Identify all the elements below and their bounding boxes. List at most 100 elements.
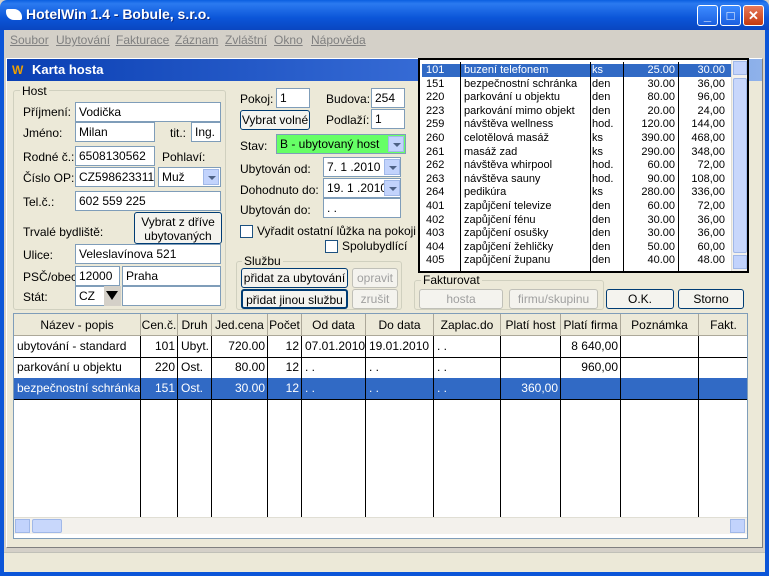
service-option[interactable]: 401 zapůjčení televize den 60.00 72,00: [422, 200, 731, 213]
table-cell-fakt[interactable]: [699, 378, 747, 399]
table-cell-do[interactable]: . .: [366, 378, 434, 399]
table-cell-code[interactable]: 101: [141, 336, 178, 357]
table-cell-druh[interactable]: Ost.: [178, 357, 212, 378]
menu-soubor[interactable]: Soubor: [10, 33, 49, 47]
table-cell-firma[interactable]: 960,00: [561, 357, 621, 378]
table-cell-name[interactable]: parkování u objektu: [14, 357, 141, 378]
service-option[interactable]: 259 návštěva wellness hod. 120.00 144,00: [422, 118, 731, 131]
column-header[interactable]: Platí host: [501, 314, 561, 336]
service-option[interactable]: 262 návštěva whirpool hod. 60.00 72,00: [422, 159, 731, 172]
maximize-button[interactable]: □: [720, 5, 741, 26]
table-scroll-thumb[interactable]: [32, 519, 62, 533]
fakturovat-firmu-button[interactable]: firmu/skupinu: [509, 289, 598, 309]
table-cell-zapl[interactable]: . .: [434, 378, 501, 399]
table-cell-cena[interactable]: 30.00: [212, 378, 268, 399]
pokoj-field[interactable]: 1: [276, 88, 310, 108]
cislo-op-field[interactable]: CZ598623311: [75, 167, 155, 187]
service-option[interactable]: 220 parkování u objektu den 80.00 96,00: [422, 91, 731, 104]
table-horizontal-scrollbar[interactable]: [14, 517, 747, 534]
ulice-field[interactable]: Veleslavínova 521: [75, 244, 221, 264]
column-header[interactable]: Počet: [268, 314, 302, 336]
opravit-button[interactable]: opravit: [352, 268, 398, 288]
menu-fakturace[interactable]: Fakturace: [116, 33, 169, 47]
service-option[interactable]: 403 zapůjčení osušky den 30.00 36,00: [422, 227, 731, 240]
scroll-left-icon[interactable]: [15, 519, 30, 533]
table-cell-cena[interactable]: 80.00: [212, 357, 268, 378]
popup-scroll-up-icon[interactable]: [733, 61, 747, 75]
table-cell-host[interactable]: 360,00: [501, 378, 561, 399]
table-cell-pozn[interactable]: [621, 378, 699, 399]
table-cell-pozn[interactable]: [621, 357, 699, 378]
service-option[interactable]: 404 zapůjčení žehličky den 50.00 60,00: [422, 241, 731, 254]
table-cell-od[interactable]: 07.01.2010: [302, 336, 366, 357]
column-header[interactable]: Od data: [302, 314, 366, 336]
stav-dropdown-icon[interactable]: [388, 136, 404, 152]
table-cell-name[interactable]: ubytování - standard: [14, 336, 141, 357]
pohlavi-dropdown-icon[interactable]: [203, 169, 219, 185]
table-cell-do[interactable]: . .: [366, 357, 434, 378]
jmeno-field[interactable]: Milan: [75, 122, 155, 142]
dohodnuto-do-dropdown-icon[interactable]: [384, 180, 400, 196]
table-cell-pocet[interactable]: 12: [268, 336, 302, 357]
pridat-za-ubytovani-button[interactable]: přidat za ubytování: [241, 268, 348, 288]
vybrat-volne-button[interactable]: Vybrat volné: [240, 110, 310, 130]
menu-okno[interactable]: Okno: [274, 33, 303, 47]
prijmeni-field[interactable]: Vodička: [75, 102, 221, 122]
table-cell-code[interactable]: 151: [141, 378, 178, 399]
service-option[interactable]: 405 zapůjčení županu den 40.00 48.00: [422, 254, 731, 267]
ok-button[interactable]: O.K.: [606, 289, 674, 309]
zrusit-button[interactable]: zrušit: [352, 289, 398, 309]
column-header[interactable]: Název - popis: [14, 314, 141, 336]
popup-scrollbar[interactable]: [731, 60, 747, 271]
budova-field[interactable]: 254: [371, 88, 405, 108]
scroll-right-icon[interactable]: [730, 519, 745, 533]
minimize-button[interactable]: _: [697, 5, 718, 26]
table-cell-pocet[interactable]: 12: [268, 378, 302, 399]
stat-detail-field[interactable]: [122, 286, 221, 306]
stav-select[interactable]: B - ubytovaný host: [276, 134, 406, 154]
table-cell-pozn[interactable]: [621, 336, 699, 357]
menu-zaznam[interactable]: Záznam: [175, 33, 218, 47]
service-option[interactable]: 260 celotělová masáž ks 390.00 468,00: [422, 132, 731, 145]
close-button[interactable]: ✕: [743, 5, 764, 26]
table-cell-pocet[interactable]: 12: [268, 357, 302, 378]
table-cell-firma[interactable]: [561, 378, 621, 399]
table-cell-od[interactable]: . .: [302, 357, 366, 378]
table-cell-od[interactable]: . .: [302, 378, 366, 399]
stat-dropdown-button[interactable]: [104, 286, 121, 306]
podlazi-field[interactable]: 1: [371, 109, 405, 129]
table-cell-code[interactable]: 220: [141, 357, 178, 378]
menu-ubytovani[interactable]: Ubytování: [56, 33, 110, 47]
ubytovan-od-dropdown-icon[interactable]: [384, 159, 400, 175]
service-option[interactable]: 101 buzení telefonem ks 25.00 30.00: [422, 64, 731, 77]
ubytovan-do-field[interactable]: . .: [323, 198, 401, 218]
storno-button[interactable]: Storno: [678, 289, 744, 309]
table-cell-fakt[interactable]: [699, 336, 747, 357]
service-option[interactable]: 263 návštěva sauny hod. 90.00 108,00: [422, 173, 731, 186]
table-cell-druh[interactable]: Ost.: [178, 378, 212, 399]
tel-field[interactable]: 602 559 225: [75, 191, 221, 211]
column-header[interactable]: Cen.č.: [141, 314, 178, 336]
table-cell-zapl[interactable]: . .: [434, 336, 501, 357]
table-cell-fakt[interactable]: [699, 357, 747, 378]
rodne-cislo-field[interactable]: 6508130562: [75, 146, 155, 166]
popup-scroll-down-icon[interactable]: [733, 255, 747, 269]
service-option[interactable]: 223 parkování mimo objekt den 20.00 24,00: [422, 105, 731, 118]
column-header[interactable]: Poznámka: [621, 314, 699, 336]
service-option[interactable]: 261 masáž zad ks 290.00 348,00: [422, 146, 731, 159]
table-cell-host[interactable]: [501, 336, 561, 357]
menu-napoveda[interactable]: Nápověda: [311, 33, 366, 47]
table-cell-zapl[interactable]: . .: [434, 357, 501, 378]
table-cell-cena[interactable]: 720.00: [212, 336, 268, 357]
menu-zvlastni[interactable]: Zvláštní: [225, 33, 267, 47]
table-cell-name[interactable]: bezpečnostní schránka: [14, 378, 141, 399]
column-header[interactable]: Fakt.: [699, 314, 747, 336]
vyradit-checkbox[interactable]: [240, 225, 253, 238]
table-cell-host[interactable]: [501, 357, 561, 378]
pridat-jinou-sluzbu-button[interactable]: přidat jinou službu: [241, 289, 348, 309]
column-header[interactable]: Zaplac.do: [434, 314, 501, 336]
obec-field[interactable]: Praha: [122, 266, 221, 286]
table-cell-druh[interactable]: Ubyt.: [178, 336, 212, 357]
titul-field[interactable]: Ing.: [191, 122, 221, 142]
column-header[interactable]: Do data: [366, 314, 434, 336]
